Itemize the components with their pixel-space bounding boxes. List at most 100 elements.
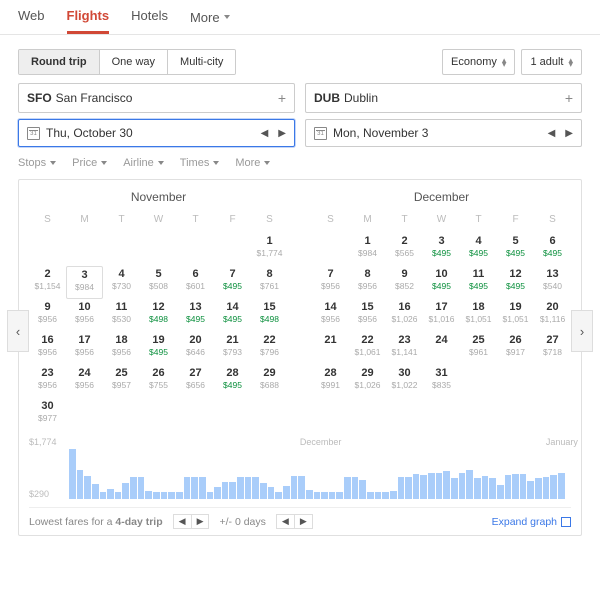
chart-bar[interactable] (352, 477, 359, 499)
add-destination-icon[interactable]: + (565, 90, 573, 106)
chart-bar[interactable] (520, 474, 527, 499)
calendar-day[interactable]: 13$540 (534, 266, 571, 299)
trip-type-multi-city[interactable]: Multi-city (168, 50, 235, 74)
chart-bar[interactable] (459, 473, 466, 499)
pax-select[interactable]: 1 adult▴▾ (521, 49, 582, 75)
calendar-day[interactable]: 20$1,116 (534, 299, 571, 332)
calendar-day[interactable]: 28$991 (312, 365, 349, 398)
chart-bar[interactable] (69, 449, 76, 499)
calendar-day[interactable]: 21$793 (214, 332, 251, 365)
calendar-day[interactable]: 19$1,051 (497, 299, 534, 332)
calendar-day[interactable]: 24$956 (66, 365, 103, 398)
flex-days-stepper[interactable]: ◀▶ (276, 514, 313, 529)
calendar-day[interactable]: 4$495 (460, 233, 497, 266)
cal-next-month[interactable]: › (571, 310, 593, 352)
chart-bar[interactable] (184, 477, 191, 499)
chart-bar[interactable] (443, 471, 450, 499)
chart-bar[interactable] (428, 473, 435, 499)
depart-prev[interactable]: ◀ (261, 128, 269, 139)
calendar-day[interactable]: 7$956 (312, 266, 349, 299)
filter-times[interactable]: Times (180, 157, 220, 169)
calendar-day[interactable]: 1$984 (349, 233, 386, 266)
calendar-day[interactable]: 9$956 (29, 299, 66, 332)
nav-tab-more[interactable]: More (190, 8, 230, 34)
calendar-day[interactable]: 10$956 (66, 299, 103, 332)
calendar-day[interactable]: 6$601 (177, 266, 214, 299)
chart-bar[interactable] (336, 492, 343, 499)
chart-bar[interactable] (283, 486, 290, 499)
calendar-day[interactable]: 25$961 (460, 332, 497, 365)
calendar-day[interactable]: 24 (423, 332, 460, 365)
calendar-day[interactable]: 17$1,016 (423, 299, 460, 332)
calendar-day[interactable]: 25$957 (103, 365, 140, 398)
calendar-day[interactable]: 3$495 (423, 233, 460, 266)
chart-bar[interactable] (138, 477, 145, 499)
chart-bar[interactable] (405, 477, 412, 499)
calendar-day[interactable]: 27$718 (534, 332, 571, 365)
calendar-day[interactable]: 16$1,026 (386, 299, 423, 332)
calendar-day[interactable]: 29$1,026 (349, 365, 386, 398)
calendar-day[interactable]: 7$495 (214, 266, 251, 299)
cal-prev-month[interactable]: ‹ (7, 310, 29, 352)
calendar-day[interactable]: 5$495 (497, 233, 534, 266)
calendar-day[interactable]: 3$984 (66, 266, 103, 299)
chart-bar[interactable] (275, 492, 282, 499)
cabin-select[interactable]: Economy▴▾ (442, 49, 515, 75)
chart-bar[interactable] (130, 477, 137, 499)
calendar-day[interactable]: 11$495 (460, 266, 497, 299)
calendar-day[interactable]: 5$508 (140, 266, 177, 299)
calendar-day[interactable]: 14$956 (312, 299, 349, 332)
calendar-day[interactable]: 15$498 (251, 299, 288, 332)
chart-bar[interactable] (558, 473, 565, 499)
chart-bar[interactable] (451, 478, 458, 499)
calendar-day[interactable]: 22$1,061 (349, 332, 386, 365)
chart-bar[interactable] (314, 492, 321, 499)
chart-bar[interactable] (291, 476, 298, 499)
calendar-day[interactable]: 12$495 (497, 266, 534, 299)
filter-stops[interactable]: Stops (18, 157, 56, 169)
chart-bar[interactable] (329, 492, 336, 499)
chart-bar[interactable] (298, 476, 305, 499)
chart-bar[interactable] (543, 477, 550, 499)
chart-bar[interactable] (107, 489, 114, 499)
origin-input[interactable]: SFOSan Francisco + (18, 83, 295, 113)
nav-tab-flights[interactable]: Flights (67, 8, 110, 34)
chart-bar[interactable] (214, 487, 221, 499)
chart-bar[interactable] (229, 482, 236, 499)
calendar-day[interactable]: 15$956 (349, 299, 386, 332)
calendar-day[interactable]: 30$977 (29, 398, 66, 431)
chart-bar[interactable] (367, 492, 374, 499)
calendar-day[interactable]: 8$956 (349, 266, 386, 299)
chart-bar[interactable] (375, 492, 382, 499)
chart-bar[interactable] (359, 480, 366, 499)
chart-bar[interactable] (168, 492, 175, 499)
chart-bar[interactable] (420, 475, 427, 499)
destination-input[interactable]: DUBDublin + (305, 83, 582, 113)
calendar-day[interactable]: 14$495 (214, 299, 251, 332)
depart-next[interactable]: ▶ (278, 128, 286, 139)
chart-bar[interactable] (252, 477, 259, 499)
chart-bar[interactable] (199, 477, 206, 499)
trip-type-round-trip[interactable]: Round trip (19, 50, 100, 74)
chart-bar[interactable] (497, 485, 504, 499)
calendar-day[interactable]: 19$495 (140, 332, 177, 365)
chart-bar[interactable] (344, 477, 351, 499)
chart-bar[interactable] (122, 483, 129, 499)
calendar-day[interactable]: 31$835 (423, 365, 460, 398)
chart-bar[interactable] (84, 476, 91, 499)
chart-bar[interactable] (436, 473, 443, 499)
return-date[interactable]: Mon, November 3 ◀▶ (305, 119, 582, 147)
chart-bar[interactable] (398, 477, 405, 499)
calendar-day[interactable]: 8$761 (251, 266, 288, 299)
chart-bar[interactable] (321, 492, 328, 499)
chart-bar[interactable] (222, 482, 229, 499)
chart-bar[interactable] (237, 477, 244, 499)
chart-bar[interactable] (100, 492, 107, 499)
calendar-day[interactable]: 12$498 (140, 299, 177, 332)
calendar-day[interactable]: 18$956 (103, 332, 140, 365)
chart-bar[interactable] (382, 492, 389, 499)
calendar-day[interactable]: 28$495 (214, 365, 251, 398)
chart-bar[interactable] (207, 492, 214, 499)
return-next[interactable]: ▶ (565, 128, 573, 139)
chart-bar[interactable] (245, 477, 252, 499)
